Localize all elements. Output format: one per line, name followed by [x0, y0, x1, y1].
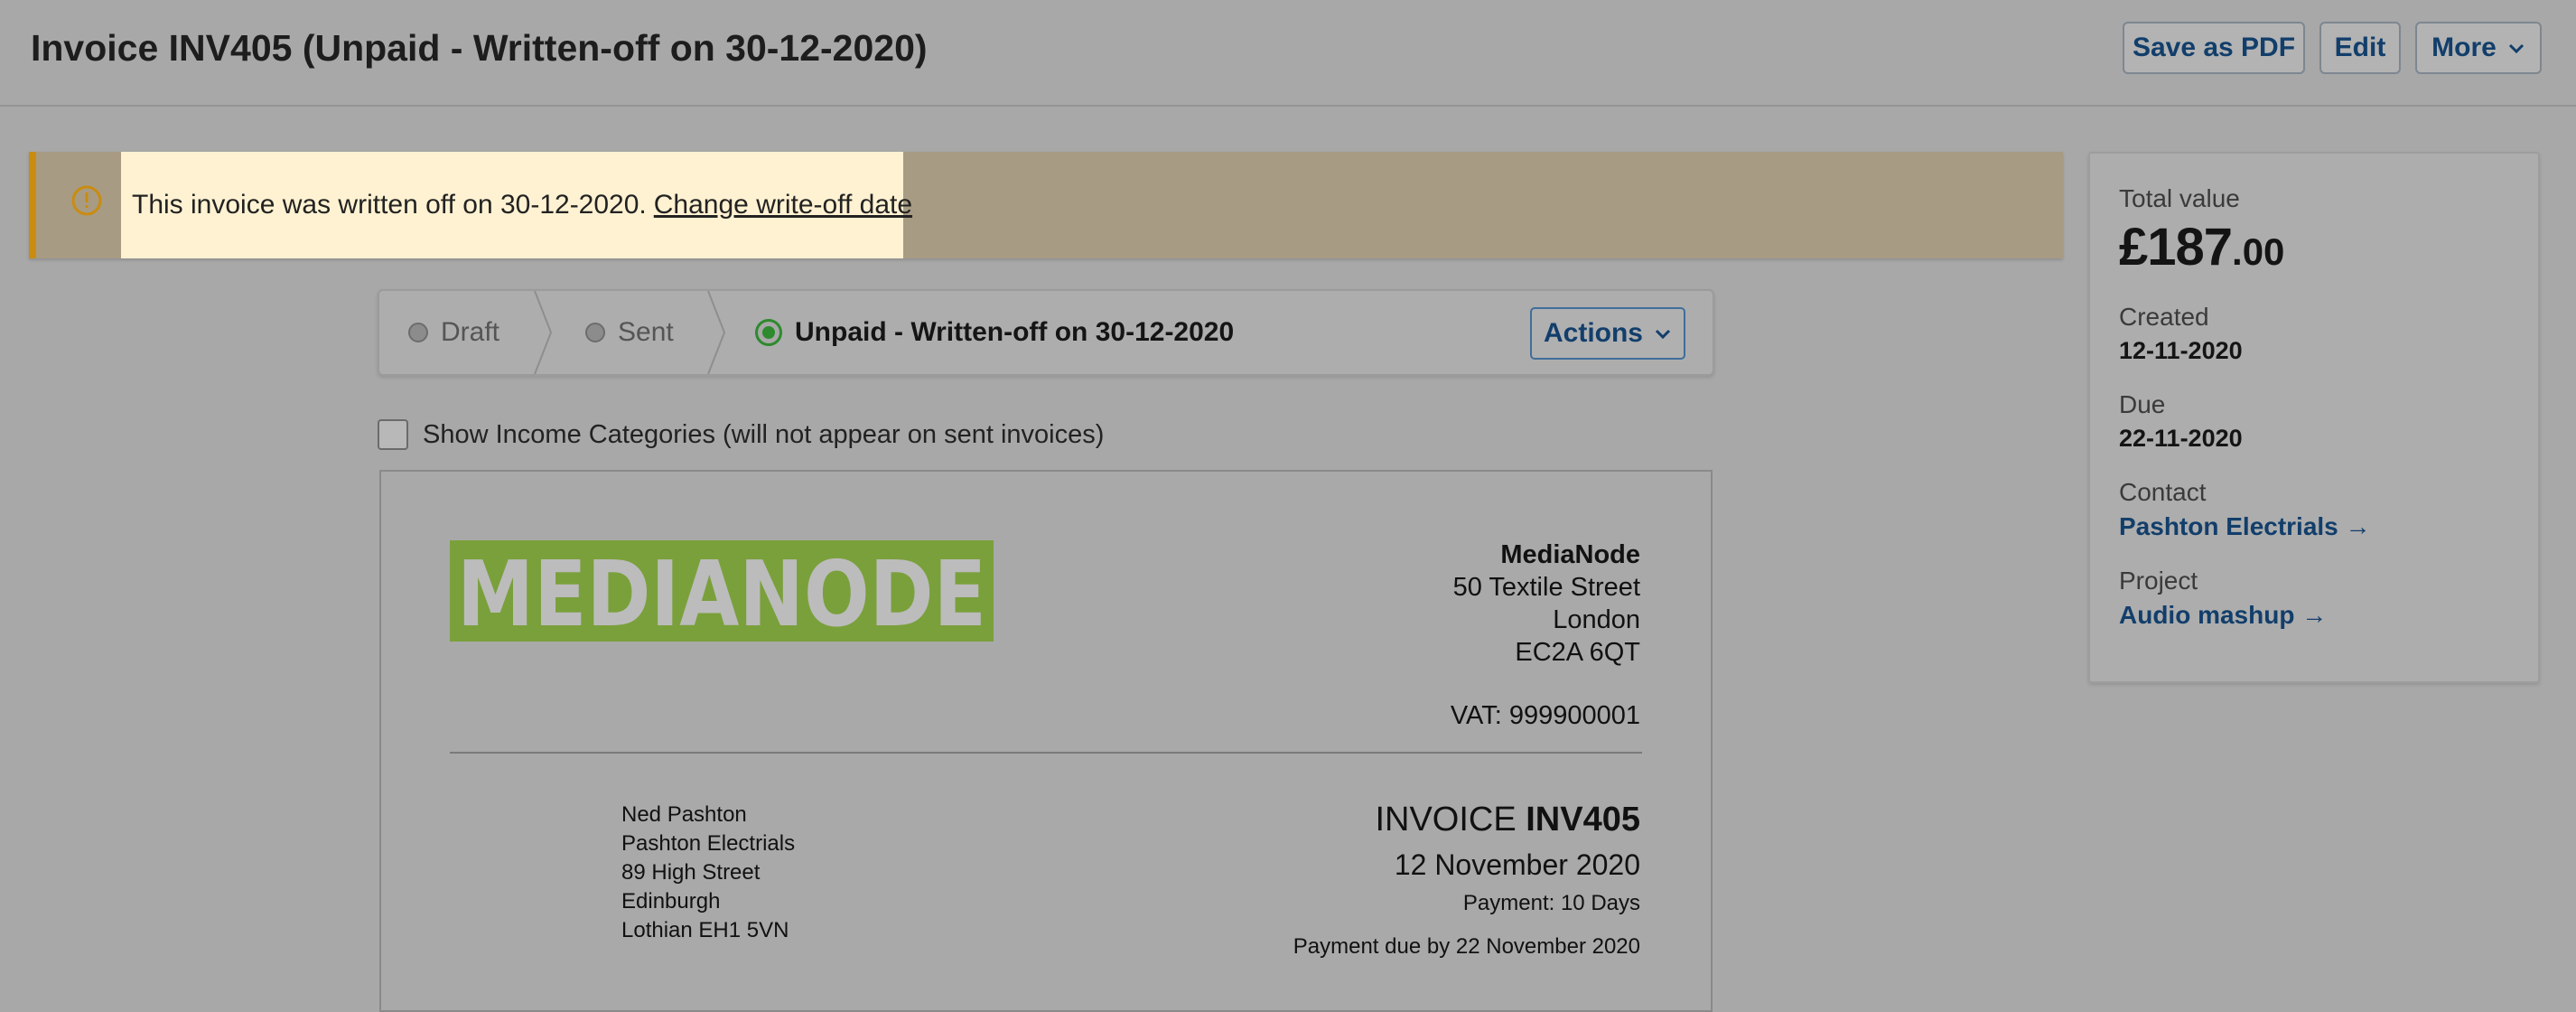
- company-logo: MEDIANODE: [450, 540, 994, 642]
- seller-vat: VAT: 999900001: [1450, 701, 1640, 730]
- step-current: Unpaid - Written-off on 30-12-2020: [755, 291, 1234, 374]
- invoice-summary-panel: Total value £187.00 Created 12-11-2020 D…: [2088, 152, 2540, 683]
- invoice-document: MEDIANODE MediaNode 50 Textile Street Lo…: [379, 470, 1713, 1012]
- step-separator: [534, 291, 553, 374]
- change-write-off-date-link[interactable]: Change write-off date: [654, 190, 912, 220]
- show-income-categories-row[interactable]: Show Income Categories (will not appear …: [378, 419, 1104, 450]
- invoice-number: INV405: [1526, 801, 1640, 839]
- buyer-line: Lothian EH1 5VN: [621, 918, 789, 942]
- page-header: Invoice INV405 (Unpaid - Written-off on …: [0, 0, 2576, 107]
- show-income-categories-label: Show Income Categories (will not appear …: [423, 419, 1105, 449]
- status-stepper: Draft Sent Unpaid - Written-off on 30-12…: [378, 289, 1714, 376]
- invoice-heading: INVOICE INV405 12 November 2020 Payment:…: [1293, 801, 1640, 960]
- project-link[interactable]: Audio mashup →: [2119, 601, 2509, 630]
- warning-icon: [71, 185, 102, 216]
- contact-label: Contact: [2119, 478, 2207, 506]
- created-block: Created 12-11-2020: [2119, 303, 2509, 365]
- payment-terms: Payment: 10 Days: [1462, 891, 1640, 915]
- write-off-banner: This invoice was written off on 30-12-20…: [29, 152, 2063, 258]
- due-date: 22-11-2020: [2119, 425, 2243, 452]
- total-main: £187: [2119, 218, 2233, 276]
- total-value-label: Total value: [2119, 184, 2240, 212]
- buyer-line: Pashton Electrials: [621, 831, 796, 856]
- step-label: Unpaid - Written-off on 30-12-2020: [795, 317, 1235, 347]
- page-title: Invoice INV405 (Unpaid - Written-off on …: [31, 27, 928, 69]
- step-draft: Draft: [408, 291, 499, 374]
- payment-due: Payment due by 22 November 2020: [1293, 934, 1640, 959]
- total-value-amount: £187.00: [2119, 217, 2509, 277]
- due-block: Due 22-11-2020: [2119, 390, 2509, 453]
- total-pence: .00: [2232, 230, 2285, 273]
- step-done-icon: [585, 323, 605, 342]
- save-as-pdf-label: Save as PDF: [2132, 33, 2296, 62]
- show-income-categories-checkbox[interactable]: [378, 419, 408, 450]
- seller-name: MediaNode: [1500, 540, 1640, 569]
- chevron-down-icon: [1655, 329, 1671, 340]
- contact-link[interactable]: Pashton Electrials →: [2119, 512, 2509, 541]
- step-separator: [707, 291, 726, 374]
- step-label: Sent: [618, 317, 674, 347]
- step-label: Draft: [441, 317, 500, 347]
- project-label: Project: [2119, 567, 2198, 595]
- banner-text: This invoice was written off on 30-12-20…: [132, 190, 647, 220]
- step-sent: Sent: [585, 291, 674, 374]
- edit-label: Edit: [2334, 33, 2386, 62]
- banner-message: This invoice was written off on 30-12-20…: [121, 152, 912, 258]
- seller-postcode: EC2A 6QT: [1515, 638, 1640, 667]
- invoice-date: 12 November 2020: [1394, 848, 1640, 881]
- actions-label: Actions: [1543, 318, 1643, 348]
- more-label: More: [2431, 33, 2497, 62]
- seller-address: MediaNode 50 Textile Street London EC2A …: [1453, 539, 1640, 669]
- actions-button[interactable]: Actions: [1530, 307, 1685, 360]
- edit-button[interactable]: Edit: [2319, 22, 2401, 74]
- created-date: 12-11-2020: [2119, 337, 2243, 364]
- buyer-line: Ned Pashton: [621, 802, 747, 827]
- buyer-line: Edinburgh: [621, 889, 721, 914]
- buyer-address: Ned Pashton Pashton Electrials 89 High S…: [621, 801, 795, 945]
- buyer-line: 89 High Street: [621, 860, 761, 885]
- invoice-title-prefix: INVOICE: [1375, 801, 1517, 839]
- chevron-down-icon: [2508, 43, 2524, 54]
- project-block: Project Audio mashup →: [2119, 567, 2509, 630]
- logo-text: MEDIANODE: [457, 541, 986, 642]
- seller-city: London: [1553, 605, 1640, 634]
- seller-street: 50 Textile Street: [1452, 573, 1640, 602]
- due-label: Due: [2119, 390, 2166, 418]
- total-value-block: Total value £187.00: [2119, 184, 2509, 277]
- current-step-icon: [755, 319, 782, 346]
- step-done-icon: [408, 323, 428, 342]
- divider: [450, 752, 1642, 754]
- created-label: Created: [2119, 303, 2209, 331]
- contact-block: Contact Pashton Electrials →: [2119, 478, 2509, 541]
- more-button[interactable]: More: [2415, 22, 2542, 74]
- save-as-pdf-button[interactable]: Save as PDF: [2123, 22, 2305, 74]
- invoice-title: INVOICE INV405: [1293, 801, 1640, 839]
